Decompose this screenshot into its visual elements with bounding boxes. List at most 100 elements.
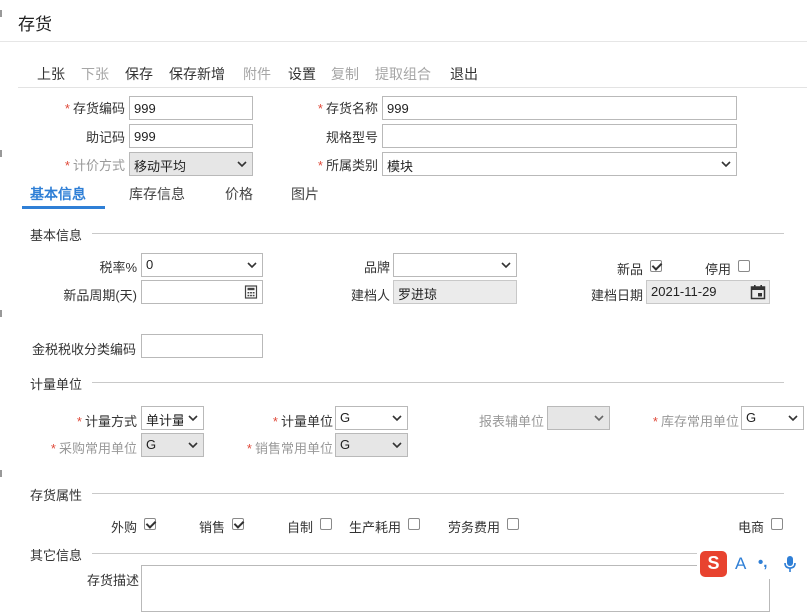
brand-select[interactable]	[393, 253, 517, 277]
ime-mode-indicator[interactable]: A	[735, 554, 746, 574]
toolbar-divider	[18, 87, 807, 88]
ecommerce-checkbox[interactable]	[771, 518, 783, 530]
section-divider	[92, 493, 784, 494]
calendar-icon[interactable]	[750, 284, 766, 300]
tax-select[interactable]: 0	[141, 253, 263, 277]
outsource-checkbox[interactable]	[144, 518, 156, 530]
new-product-label: 新品	[617, 262, 644, 277]
pricing-value: 移动平均	[134, 159, 187, 174]
next-button[interactable]: 下张	[81, 64, 109, 84]
chevron-down-icon	[594, 415, 604, 422]
left-edge-tick	[0, 310, 2, 317]
attach-button[interactable]: 附件	[243, 64, 271, 84]
chevron-down-icon	[788, 415, 798, 422]
creator-input: 罗进琼	[393, 280, 517, 304]
other-section-title: 其它信息	[30, 548, 83, 563]
stock-unit-label: * 库存常用单位	[652, 414, 739, 429]
name-input[interactable]	[382, 96, 737, 120]
category-value: 模块	[387, 159, 414, 174]
purchase-unit-label: * 采购常用单位	[50, 441, 137, 456]
measure-method-select[interactable]: 单计量	[141, 406, 204, 430]
labor-cost-label: 劳务费用	[448, 520, 501, 535]
ime-logo-icon[interactable]: S	[700, 551, 727, 577]
measure-unit-label: * 计量单位	[272, 414, 333, 429]
creator-label: 建档人	[350, 288, 390, 303]
name-label: * 存货名称	[317, 101, 378, 116]
measure-method-label: * 计量方式	[76, 414, 137, 429]
tax-label: 税率%	[99, 260, 137, 275]
prev-button[interactable]: 上张	[37, 64, 65, 84]
new-period-input[interactable]	[141, 280, 263, 304]
mnemonic-label: 助记码	[85, 130, 125, 145]
report-aux-unit-label: 报表辅单位	[478, 414, 544, 429]
new-product-checkbox[interactable]	[650, 260, 662, 272]
measure-unit-select[interactable]: G	[335, 406, 408, 430]
left-edge-tick	[0, 10, 2, 17]
stock-unit-value: G	[746, 410, 757, 425]
copy-button[interactable]: 复制	[331, 64, 359, 84]
tab-stock-info[interactable]: 库存信息	[129, 184, 185, 204]
outsource-label: 外购	[111, 520, 138, 535]
sales-unit-value: G	[340, 437, 351, 452]
tab-basic-info[interactable]: 基本信息	[30, 184, 86, 204]
tax-class-code-input[interactable]	[141, 334, 263, 358]
pricing-label: * 计价方式	[64, 158, 125, 173]
section-divider	[92, 553, 784, 554]
report-aux-unit-select[interactable]	[547, 406, 610, 430]
section-divider	[92, 382, 784, 383]
code-label: * 存货编码	[64, 101, 125, 116]
brand-label: 品牌	[363, 260, 390, 275]
spec-label: 规格型号	[325, 130, 378, 145]
tab-price[interactable]: 价格	[225, 184, 253, 204]
selfmade-checkbox[interactable]	[320, 518, 332, 530]
production-label: 生产耗用	[349, 520, 402, 535]
sales-unit-label: * 销售常用单位	[246, 441, 333, 456]
purchase-unit-value: G	[146, 437, 157, 452]
measure-method-value: 单计量	[146, 413, 183, 428]
save-button[interactable]: 保存	[125, 64, 153, 84]
settings-button[interactable]: 设置	[288, 64, 316, 84]
create-date-label: 建档日期	[590, 288, 643, 303]
chevron-down-icon	[501, 262, 511, 269]
extract-combo-button[interactable]: 提取组合	[375, 64, 431, 84]
measure-unit-value: G	[340, 410, 351, 425]
save-new-button[interactable]: 保存新增	[169, 64, 225, 84]
tab-image[interactable]: 图片	[291, 184, 319, 204]
chevron-down-icon	[392, 415, 402, 422]
spec-input[interactable]	[382, 124, 737, 148]
ime-toolbar[interactable]: S A •,	[697, 549, 807, 579]
window-title: 存货	[18, 15, 52, 34]
disable-label: 停用	[705, 262, 732, 277]
left-edge-tick	[0, 150, 2, 157]
purchase-unit-select[interactable]: G	[141, 433, 204, 457]
basic-section-title: 基本信息	[30, 228, 83, 243]
exit-button[interactable]: 退出	[450, 64, 478, 84]
sales-checkbox[interactable]	[232, 518, 244, 530]
ime-logo-letter: S	[707, 553, 720, 573]
ime-punctuation-indicator[interactable]: •,	[758, 554, 767, 571]
disable-checkbox[interactable]	[738, 260, 750, 272]
chevron-down-icon	[188, 442, 198, 449]
stock-unit-select[interactable]: G	[741, 406, 804, 430]
sales-attr-label: 销售	[199, 520, 226, 535]
selfmade-label: 自制	[287, 520, 314, 535]
category-select[interactable]: 模块	[382, 152, 737, 176]
chevron-down-icon	[188, 415, 198, 422]
labor-cost-checkbox[interactable]	[507, 518, 519, 530]
description-textarea[interactable]	[141, 565, 770, 612]
tax-class-code-label: 金税税收分类编码	[32, 342, 137, 357]
chevron-down-icon	[721, 161, 731, 168]
tax-value: 0	[146, 257, 154, 272]
calculator-icon[interactable]	[244, 285, 258, 299]
microphone-icon[interactable]	[783, 555, 797, 573]
active-tab-indicator	[22, 206, 105, 209]
production-checkbox[interactable]	[408, 518, 420, 530]
pricing-select[interactable]: 移动平均	[129, 152, 253, 176]
sales-unit-select[interactable]: G	[335, 433, 408, 457]
code-input[interactable]	[129, 96, 253, 120]
section-divider	[92, 233, 784, 234]
left-edge-tick	[0, 470, 2, 477]
mnemonic-input[interactable]	[129, 124, 253, 148]
new-period-label: 新品周期(天)	[63, 288, 137, 303]
unit-section-title: 计量单位	[30, 377, 83, 392]
